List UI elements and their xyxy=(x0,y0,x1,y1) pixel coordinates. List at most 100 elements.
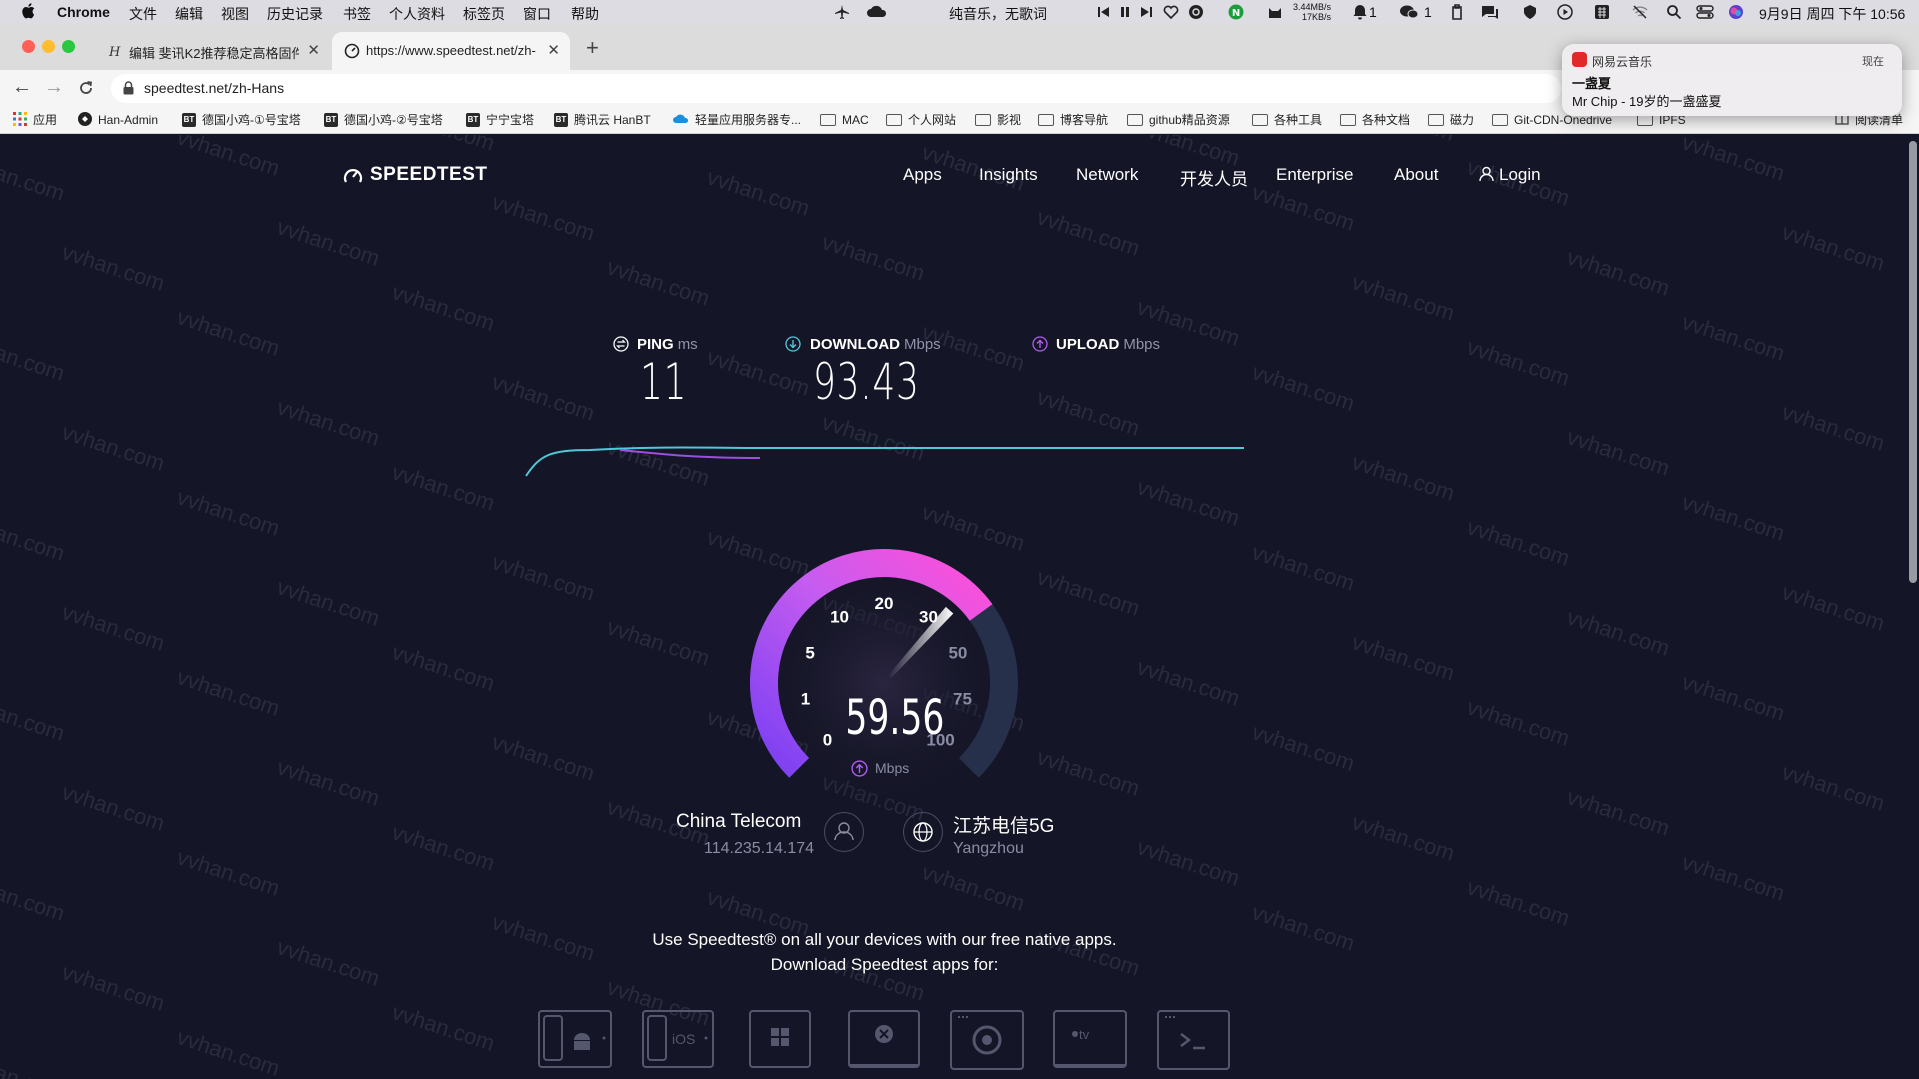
menu-window[interactable]: 窗口 xyxy=(523,4,551,24)
isp-user-icon[interactable] xyxy=(824,812,864,852)
wifi-off-icon[interactable] xyxy=(1632,4,1648,20)
speedtest-favicon-icon xyxy=(344,43,360,59)
clipboard-icon[interactable] xyxy=(1449,4,1465,20)
music-notification[interactable]: 网易云音乐 现在 一盏夏 Mr Chip - 19岁的一盏盛夏 xyxy=(1562,44,1902,116)
forward-button[interactable]: → xyxy=(44,77,64,97)
bookmark-folder-magnet[interactable]: 磁力 xyxy=(1428,112,1474,128)
menu-bookmarks[interactable]: 书签 xyxy=(343,4,371,24)
messages-icon[interactable] xyxy=(1481,4,1499,20)
bookmark-bt-1[interactable]: BT 德国小鸡-①号宝塔 xyxy=(182,112,301,128)
user-icon[interactable] xyxy=(1479,166,1494,182)
watermark-text: vvhan.com xyxy=(1248,539,1358,596)
nav-insights[interactable]: Insights xyxy=(979,165,1038,185)
upload-label: UPLOAD Mbps xyxy=(1056,336,1161,353)
bookmark-folder-tools[interactable]: 各种工具 xyxy=(1252,112,1322,128)
tab-close-icon[interactable]: ✕ xyxy=(307,41,320,59)
app-n-icon[interactable]: N xyxy=(1228,4,1244,20)
siri-icon[interactable] xyxy=(1728,4,1744,20)
bookmark-folder-site[interactable]: 个人网站 xyxy=(886,112,956,128)
folder-icon xyxy=(1127,114,1143,126)
notification-bell-icon[interactable] xyxy=(1352,4,1368,20)
bookmark-apps[interactable]: 应用 xyxy=(13,112,57,128)
watermark-text: vvhan.com xyxy=(1248,719,1358,776)
shield-icon[interactable] xyxy=(1522,4,1538,20)
watermark-text: vvhan.com xyxy=(1348,269,1458,326)
bookmark-folder-docs[interactable]: 各种文档 xyxy=(1340,112,1410,128)
menu-clock[interactable]: 9月9日 周四 下午 10:56 xyxy=(1759,4,1905,24)
bookmark-han-admin[interactable]: Han-Admin xyxy=(78,112,158,128)
server-globe-icon[interactable] xyxy=(903,812,943,852)
spotlight-search-icon[interactable] xyxy=(1666,4,1682,20)
apple-menu-icon[interactable] xyxy=(22,3,35,19)
net-speed-up: 3.44MB/s xyxy=(1292,2,1331,12)
menu-history[interactable]: 历史记录 xyxy=(267,4,323,24)
play-circle-icon[interactable] xyxy=(1557,4,1573,20)
window-close-button[interactable] xyxy=(22,40,35,53)
platform-tv[interactable]: tv xyxy=(1053,1010,1127,1068)
cat-icon[interactable] xyxy=(1267,4,1283,20)
window-minimize-button[interactable] xyxy=(42,40,55,53)
nav-apps[interactable]: Apps xyxy=(903,165,942,185)
bookmark-lighthouse[interactable]: 轻量应用服务器专... xyxy=(673,112,801,128)
platform-mac[interactable] xyxy=(848,1010,920,1068)
server-name[interactable]: 江苏电信5G xyxy=(953,811,1054,838)
tab-blog-editor[interactable]: H 编辑 斐讯K2推荐稳定高格固件 - ✕ xyxy=(95,32,330,70)
bookmark-folder-github[interactable]: github精品资源 xyxy=(1127,112,1230,128)
tab-speedtest[interactable]: https://www.speedtest.net/zh- ✕ xyxy=(332,32,570,70)
watermark-text: vvhan.com xyxy=(703,164,813,221)
control-center-icon[interactable] xyxy=(1696,4,1714,20)
platform-windows[interactable] xyxy=(749,1010,811,1068)
bookmark-bt-4[interactable]: BT 腾讯云 HanBT xyxy=(554,112,651,128)
platform-android[interactable] xyxy=(538,1010,612,1068)
lock-icon[interactable] xyxy=(123,81,134,95)
bookmark-bt-2[interactable]: BT 德国小鸡-②号宝塔 xyxy=(324,112,443,128)
reload-icon[interactable] xyxy=(78,80,94,96)
menu-file[interactable]: 文件 xyxy=(129,4,157,24)
pause-icon[interactable] xyxy=(1117,4,1133,20)
gauge-tick-label: 10 xyxy=(830,607,849,626)
menu-edit[interactable]: 编辑 xyxy=(175,4,203,24)
platform-cli[interactable] xyxy=(1157,1010,1230,1070)
back-button[interactable]: ← xyxy=(12,77,32,97)
bookmark-folder-blog-nav[interactable]: 博客导航 xyxy=(1038,112,1108,128)
window-zoom-button[interactable] xyxy=(62,40,75,53)
menu-view[interactable]: 视图 xyxy=(221,4,249,24)
tab-close-icon[interactable]: ✕ xyxy=(547,41,560,59)
svg-text:tv: tv xyxy=(1079,1027,1090,1042)
watermark-text: vvhan.com xyxy=(818,229,928,286)
bookmark-bt-3[interactable]: BT 宁宁宝塔 xyxy=(466,112,534,128)
address-url[interactable]: speedtest.net/zh-Hans xyxy=(144,80,284,96)
menu-help[interactable]: 帮助 xyxy=(571,4,599,24)
mac-icon xyxy=(875,1025,893,1043)
nav-developers[interactable]: 开发人员 xyxy=(1180,165,1248,190)
menu-profiles[interactable]: 个人资料 xyxy=(389,4,445,24)
new-tab-button[interactable]: + xyxy=(586,35,599,61)
menu-app-name[interactable]: Chrome xyxy=(57,4,110,20)
page-scrollbar[interactable] xyxy=(1909,141,1917,583)
bookmark-folder-movies[interactable]: 影视 xyxy=(975,112,1021,128)
netease-icon[interactable] xyxy=(1188,4,1204,20)
wechat-icon[interactable] xyxy=(1399,4,1419,20)
next-track-icon[interactable] xyxy=(1139,4,1155,20)
heart-icon[interactable] xyxy=(1163,4,1179,20)
watermark-text: vvhan.com xyxy=(1778,399,1888,456)
airplane-icon[interactable] xyxy=(834,4,850,20)
menu-tab[interactable]: 标签页 xyxy=(463,4,505,24)
watermark-text: vvhan.com xyxy=(1678,489,1788,546)
input-method-icon[interactable] xyxy=(1594,4,1610,20)
platform-chrome[interactable] xyxy=(950,1010,1024,1070)
nav-enterprise[interactable]: Enterprise xyxy=(1276,165,1353,185)
nav-login[interactable]: Login xyxy=(1499,165,1541,185)
music-status[interactable]: 纯音乐，无歌词 xyxy=(949,4,1047,24)
notification-body: Mr Chip - 19岁的一盏盛夏 xyxy=(1572,94,1722,109)
bookmark-folder-mac[interactable]: MAC xyxy=(820,112,869,128)
nav-network[interactable]: Network xyxy=(1076,165,1138,185)
bt-icon: BT xyxy=(324,113,338,127)
platform-ios[interactable]: iOS xyxy=(642,1010,714,1068)
address-bar[interactable]: speedtest.net/zh-Hans xyxy=(111,74,1561,103)
watermark-text: vvhan.com xyxy=(1348,629,1458,686)
cloud-icon[interactable] xyxy=(866,4,888,20)
previous-track-icon[interactable] xyxy=(1095,4,1111,20)
notification-time: 现在 xyxy=(1862,56,1884,68)
nav-about[interactable]: About xyxy=(1394,165,1438,185)
